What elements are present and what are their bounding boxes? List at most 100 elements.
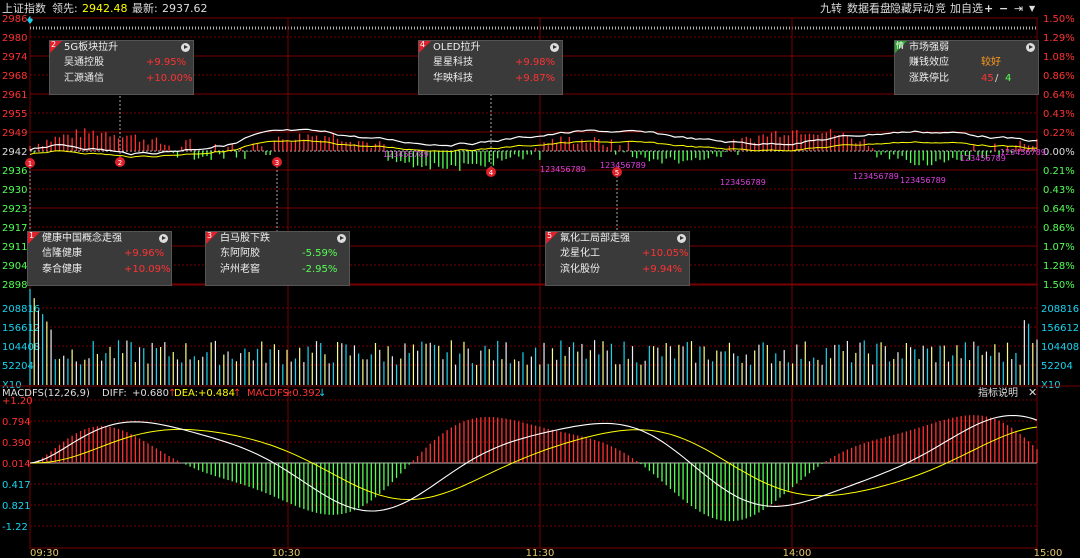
pct-axis-label: 1.07% — [1043, 242, 1075, 253]
stock-name[interactable]: 信隆健康 — [42, 246, 82, 262]
pct-axis-label: 1.50% — [1043, 280, 1075, 291]
effect-value: 较好 — [981, 57, 1001, 68]
sequence-label: 123456789 — [900, 176, 946, 185]
time-axis-label: 11:30 — [526, 548, 555, 558]
expand-arrow-icon[interactable] — [1026, 43, 1035, 52]
macd-down-icon: ↓ — [318, 388, 327, 399]
pct-axis-label: 0.00% — [1043, 147, 1075, 158]
stock-name[interactable]: 龙星化工 — [560, 246, 600, 262]
sequence-label: 123456789 — [540, 165, 586, 174]
pct-axis-label: 0.86% — [1043, 71, 1075, 82]
bid-button[interactable]: 竞 — [933, 1, 948, 17]
event-popup-fluorochem[interactable]: 5 氟化工局部走强 龙星化工 +10.05% 滨化股份 +9.94% — [545, 231, 690, 286]
stock-name[interactable]: 东阿阿胶 — [220, 246, 260, 262]
price-axis-label: 2898 — [2, 280, 27, 291]
sequence-label: 123456789 — [600, 161, 646, 170]
stock-name[interactable]: 吴通控股 — [64, 55, 104, 71]
hide-anomaly-button[interactable]: 隐藏异动 — [888, 1, 936, 17]
price-axis-label: 2980 — [2, 33, 27, 44]
price-axis-label: 2917 — [2, 223, 27, 234]
stock-change: +10.00% — [146, 73, 193, 84]
pct-axis-label: 0.86% — [1043, 223, 1075, 234]
dea-value: +0.484 — [198, 388, 236, 399]
event-popup-health[interactable]: 1 健康中国概念走强 信隆健康 +9.96% 泰合健康 +10.09% — [27, 231, 172, 286]
dea-label: DEA: — [174, 388, 199, 399]
price-axis-label: 2949 — [2, 128, 27, 139]
event-popup-5g[interactable]: 2 5G板块拉升 吴通控股 +9.95% 汇源通信 +10.00% — [49, 40, 194, 95]
macd-axis-label: 0.821 — [2, 501, 31, 512]
time-axis-label: 15:00 — [1034, 548, 1063, 558]
macd-title: MACDFS(12,26,9) — [2, 388, 90, 399]
effect-label: 赚钱效应 — [909, 57, 949, 68]
market-title: 市场强弱 — [909, 42, 949, 53]
macd-axis-label: -1.22 — [2, 522, 28, 533]
chart-frame — [29, 17, 1038, 549]
stock-change: +9.94% — [642, 264, 683, 275]
price-axis-label: 2904 — [2, 261, 27, 272]
pct-axis-label: 0.22% — [1043, 128, 1075, 139]
latest-label: 最新: — [132, 2, 158, 15]
latest-value: 2937.62 — [162, 2, 208, 15]
time-axis-label: 14:00 — [783, 548, 812, 558]
macd-axis-label: 0.794 — [2, 417, 31, 428]
add-watchlist-button[interactable]: 加自选 — [948, 1, 985, 17]
time-axis-label: 09:30 — [30, 548, 59, 558]
pct-axis-label: 0.21% — [1043, 166, 1075, 177]
diff-label: DIFF: — [102, 388, 127, 399]
stock-name[interactable]: 华映科技 — [433, 71, 473, 87]
index-title: 上证指数 — [2, 2, 46, 15]
pct-axis-label: 0.64% — [1043, 90, 1075, 101]
pct-axis-label: 1.29% — [1043, 33, 1075, 44]
expand-arrow-icon[interactable] — [677, 234, 686, 243]
indicator-help-button[interactable]: 指标说明 — [978, 387, 1018, 400]
event-popup-oled[interactable]: 4 OLED拉升 星星科技 +9.98% 华映科技 +9.87% — [418, 40, 563, 95]
data-watch-button[interactable]: 数据看盘 — [845, 1, 893, 17]
volume-axis-label-right: 208816 — [1041, 304, 1079, 315]
close-icon[interactable]: ✕ — [1028, 386, 1037, 399]
macd-axis-label: 0.014 — [2, 459, 31, 470]
event-title: 5G板块拉升 — [64, 42, 119, 53]
stock-name[interactable]: 泰合健康 — [42, 262, 82, 278]
stock-name[interactable]: 星星科技 — [433, 55, 473, 71]
limit-down-count: 4 — [1005, 73, 1012, 84]
arrow-right-icon[interactable]: ⇥ — [1012, 1, 1025, 17]
volume-axis-label: 52204 — [2, 361, 34, 372]
event-marker-number: 3 — [275, 159, 279, 167]
stock-name[interactable]: 汇源通信 — [64, 71, 104, 87]
sequence-label: 123456789 — [720, 178, 766, 187]
stock-name[interactable]: 滨化股份 — [560, 262, 600, 278]
expand-arrow-icon[interactable] — [159, 234, 168, 243]
stock-change: +10.09% — [124, 264, 171, 275]
dea-up-icon: ↑ — [233, 388, 242, 399]
sequence-label: 123456789 — [853, 172, 899, 181]
pct-axis-label: 1.08% — [1043, 52, 1075, 63]
event-title: 白马股下跌 — [220, 233, 270, 244]
event-title: 氟化工局部走强 — [560, 233, 630, 244]
event-title: OLED拉升 — [433, 42, 481, 53]
sequence-label: 123456789 — [1000, 148, 1046, 157]
plus-icon[interactable]: + — [982, 1, 995, 17]
price-axis-label: 2974 — [2, 52, 27, 63]
dropdown-icon[interactable]: ▼ — [1027, 1, 1037, 17]
sequence-label: 123456789 — [960, 154, 1006, 163]
time-axis-label: 10:30 — [272, 548, 301, 558]
volume-axis-label-right: 52204 — [1041, 361, 1073, 372]
expand-arrow-icon[interactable] — [550, 43, 559, 52]
stock-name[interactable]: 泸州老窖 — [220, 262, 260, 278]
macd-axis-label: 0.390 — [2, 438, 31, 449]
stock-change: -5.59% — [302, 248, 338, 259]
price-axis-label: 2961 — [2, 90, 27, 101]
price-axis-label: 2942 — [2, 147, 27, 158]
volume-axis-label-right: 156612 — [1041, 323, 1079, 334]
market-strength-popup[interactable]: 情 市场强弱 赚钱效应 较好 涨跌停比 45 / 4 — [894, 40, 1039, 95]
expand-arrow-icon[interactable] — [337, 234, 346, 243]
minus-icon[interactable]: − — [997, 1, 1010, 17]
price-axis-label: 2911 — [2, 242, 27, 253]
leader-label: 领先: — [52, 2, 78, 15]
event-popup-blue-chip[interactable]: 3 白马股下跌 东阿阿胶 -5.59% 泸州老窖 -2.95% — [205, 231, 350, 286]
nine-turn-button[interactable]: 九转 — [818, 1, 844, 17]
price-line — [29, 128, 1038, 156]
pct-axis-label: 0.64% — [1043, 204, 1075, 215]
expand-arrow-icon[interactable] — [181, 43, 190, 52]
leader-value: 2942.48 — [82, 2, 128, 15]
